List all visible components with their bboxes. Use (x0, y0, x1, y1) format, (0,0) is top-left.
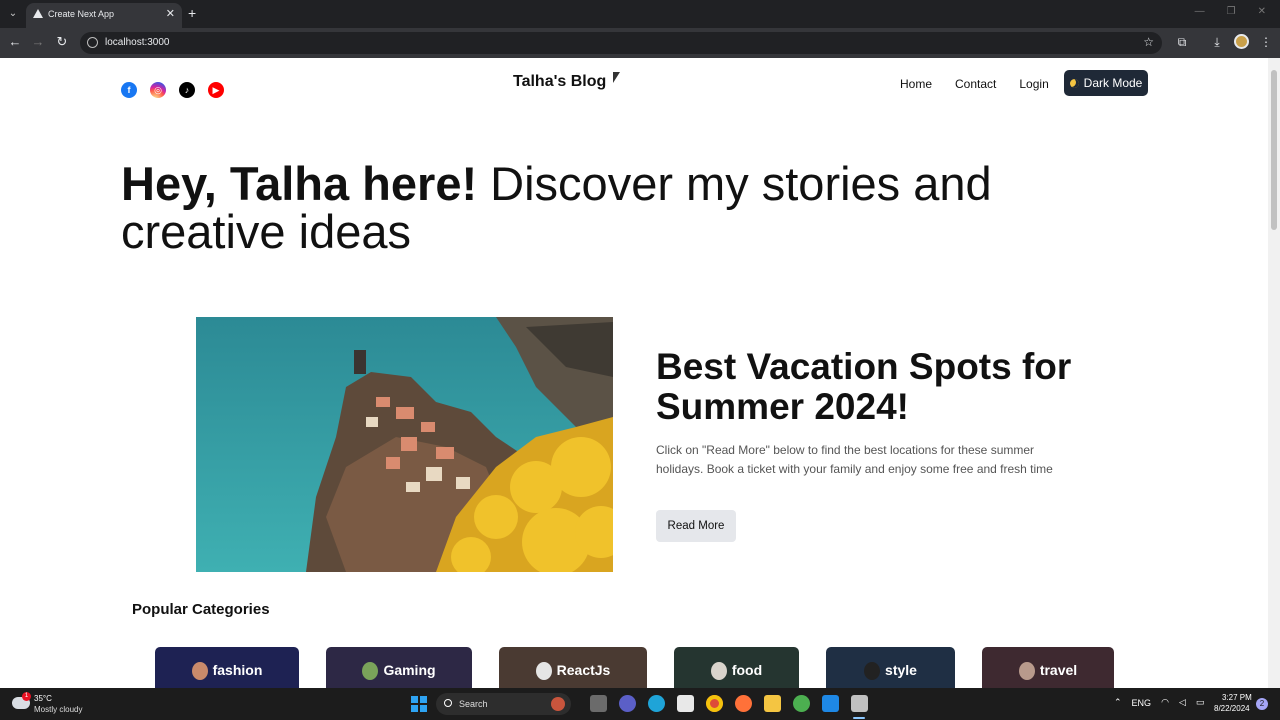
categories-heading: Popular Categories (132, 601, 270, 618)
new-tab-button[interactable]: + (188, 5, 196, 21)
nextjs-triangle-icon (33, 9, 43, 18)
back-arrow-icon[interactable]: ← (7, 34, 23, 50)
vscode-icon[interactable] (822, 695, 839, 712)
weather-badge: 1 (22, 692, 31, 701)
social-links: f ◎ ♪ ▶ (121, 82, 224, 98)
language-indicator[interactable]: ENG (1132, 698, 1152, 708)
category-gaming[interactable]: Gaming (326, 647, 472, 688)
windows-taskbar: 1 35°C Mostly cloudy Search ⌃ ENG ◠ ◁ ▭ … (0, 688, 1280, 720)
read-more-button[interactable]: Read More (656, 510, 736, 542)
extensions-puzzle-icon[interactable]: ⧉ (1174, 34, 1190, 50)
notification-badge[interactable]: 2 (1256, 698, 1268, 710)
file-explorer-icon[interactable] (764, 695, 781, 712)
active-app-indicator (853, 717, 865, 719)
category-label: style (885, 662, 917, 678)
window-controls: — ❐ ✕ (1195, 6, 1266, 17)
profile-avatar-icon[interactable] (1234, 34, 1249, 49)
category-label: travel (1039, 662, 1078, 678)
tiktok-icon[interactable]: ♪ (179, 82, 195, 98)
weather-temperature[interactable]: 35°C (34, 694, 52, 703)
category-travel-avatar-icon (1018, 662, 1035, 680)
category-fashion-avatar-icon (191, 662, 208, 680)
category-label: Gaming (383, 662, 436, 678)
nav-home[interactable]: Home (900, 77, 932, 91)
coastal-village-illustration (196, 317, 613, 572)
windows-start-icon[interactable] (411, 696, 427, 712)
bookmark-star-icon[interactable]: ☆ (1143, 35, 1154, 49)
scrollbar-thumb[interactable] (1271, 70, 1277, 230)
battery-icon[interactable]: ▭ (1196, 697, 1205, 708)
featured-post-title: Best Vacation Spots for Summer 2024! (656, 346, 1072, 427)
tray-chevron-up-icon[interactable]: ⌃ (1114, 697, 1122, 708)
instagram-icon[interactable]: ◎ (150, 82, 166, 98)
wifi-icon[interactable]: ◠ (1161, 697, 1169, 708)
firefox-icon[interactable] (735, 695, 752, 712)
tab-title: Create Next App (48, 9, 115, 19)
category-reactjs-avatar-icon (535, 662, 552, 680)
category-gaming-avatar-icon (362, 662, 379, 680)
page-scrollbar[interactable] (1268, 58, 1280, 688)
category-list: fashion Gaming ReactJs food style travel (0, 647, 1268, 688)
nav-login[interactable]: Login (1019, 77, 1048, 91)
address-bar[interactable]: localhost:3000 ☆ (80, 32, 1162, 54)
url-text[interactable]: localhost:3000 (105, 37, 170, 48)
category-fashion[interactable]: fashion (155, 647, 299, 688)
chrome-canary-icon[interactable] (793, 695, 810, 712)
category-travel[interactable]: travel (982, 647, 1114, 688)
store-icon[interactable] (677, 695, 694, 712)
task-view-icon[interactable] (590, 695, 607, 712)
browser-toolbar: ← → ↻ localhost:3000 ☆ ⧉ ⤓ ⋮ (0, 28, 1280, 58)
tab-search-chevron-icon[interactable]: ⌄ (4, 5, 22, 23)
system-tray: ⌃ ENG ◠ ◁ ▭ (1114, 697, 1204, 708)
dark-mode-label: Dark Mode (1083, 76, 1143, 90)
chrome-icon[interactable] (706, 695, 723, 712)
category-style[interactable]: style (826, 647, 955, 688)
close-window-icon[interactable]: ✕ (1258, 6, 1266, 17)
tab-close-icon[interactable]: ✕ (166, 7, 175, 20)
category-reactjs[interactable]: ReactJs (499, 647, 647, 688)
moon-icon (1069, 78, 1079, 88)
featured-post-image[interactable] (196, 317, 613, 572)
clock-time[interactable]: 3:27 PM (1222, 693, 1252, 702)
teams-icon[interactable] (619, 695, 636, 712)
clock-date[interactable]: 8/22/2024 (1214, 704, 1250, 713)
category-style-avatar-icon (864, 662, 881, 680)
minimize-icon[interactable]: — (1195, 6, 1205, 17)
facebook-icon[interactable]: f (121, 82, 137, 98)
browser-tab[interactable]: Create Next App ✕ (26, 3, 182, 28)
search-icon (444, 699, 452, 707)
hero-title-bold: Hey, Talha here! (121, 157, 478, 210)
forward-arrow-icon[interactable]: → (30, 34, 46, 50)
snipping-tool-icon[interactable] (851, 695, 868, 712)
mouse-cursor-icon (613, 72, 620, 83)
category-label: ReactJs (556, 662, 611, 678)
web-page: f ◎ ♪ ▶ Talha's Blog Home Contact Login … (0, 58, 1268, 688)
category-label: fashion (212, 662, 263, 678)
weather-description[interactable]: Mostly cloudy (34, 705, 82, 714)
category-label: food (731, 662, 763, 678)
reload-icon[interactable]: ↻ (54, 34, 70, 50)
nav-contact[interactable]: Contact (955, 77, 996, 91)
featured-post-description: Click on "Read More" below to find the b… (656, 443, 1053, 476)
hero-title: Hey, Talha here! Discover my stories and… (121, 160, 1121, 256)
search-placeholder: Search (459, 699, 488, 709)
category-food-avatar-icon (710, 662, 727, 680)
pinned-apps (590, 695, 868, 712)
browser-tab-strip: ⌄ Create Next App ✕ + — ❐ ✕ (0, 0, 1280, 28)
download-icon[interactable]: ⤓ (1209, 34, 1225, 50)
edge-icon[interactable] (648, 695, 665, 712)
category-food[interactable]: food (674, 647, 799, 688)
dark-mode-button[interactable]: Dark Mode (1064, 70, 1148, 96)
youtube-icon[interactable]: ▶ (208, 82, 224, 98)
volume-icon[interactable]: ◁ (1179, 697, 1186, 708)
taskbar-search[interactable]: Search (436, 693, 571, 715)
restore-icon[interactable]: ❐ (1227, 6, 1236, 17)
main-nav: Home Contact Login (900, 77, 1049, 91)
browser-menu-kebab-icon[interactable]: ⋮ (1258, 34, 1274, 50)
search-highlight-icon (551, 697, 565, 711)
site-info-icon[interactable] (87, 37, 98, 48)
site-logo[interactable]: Talha's Blog (513, 73, 606, 91)
